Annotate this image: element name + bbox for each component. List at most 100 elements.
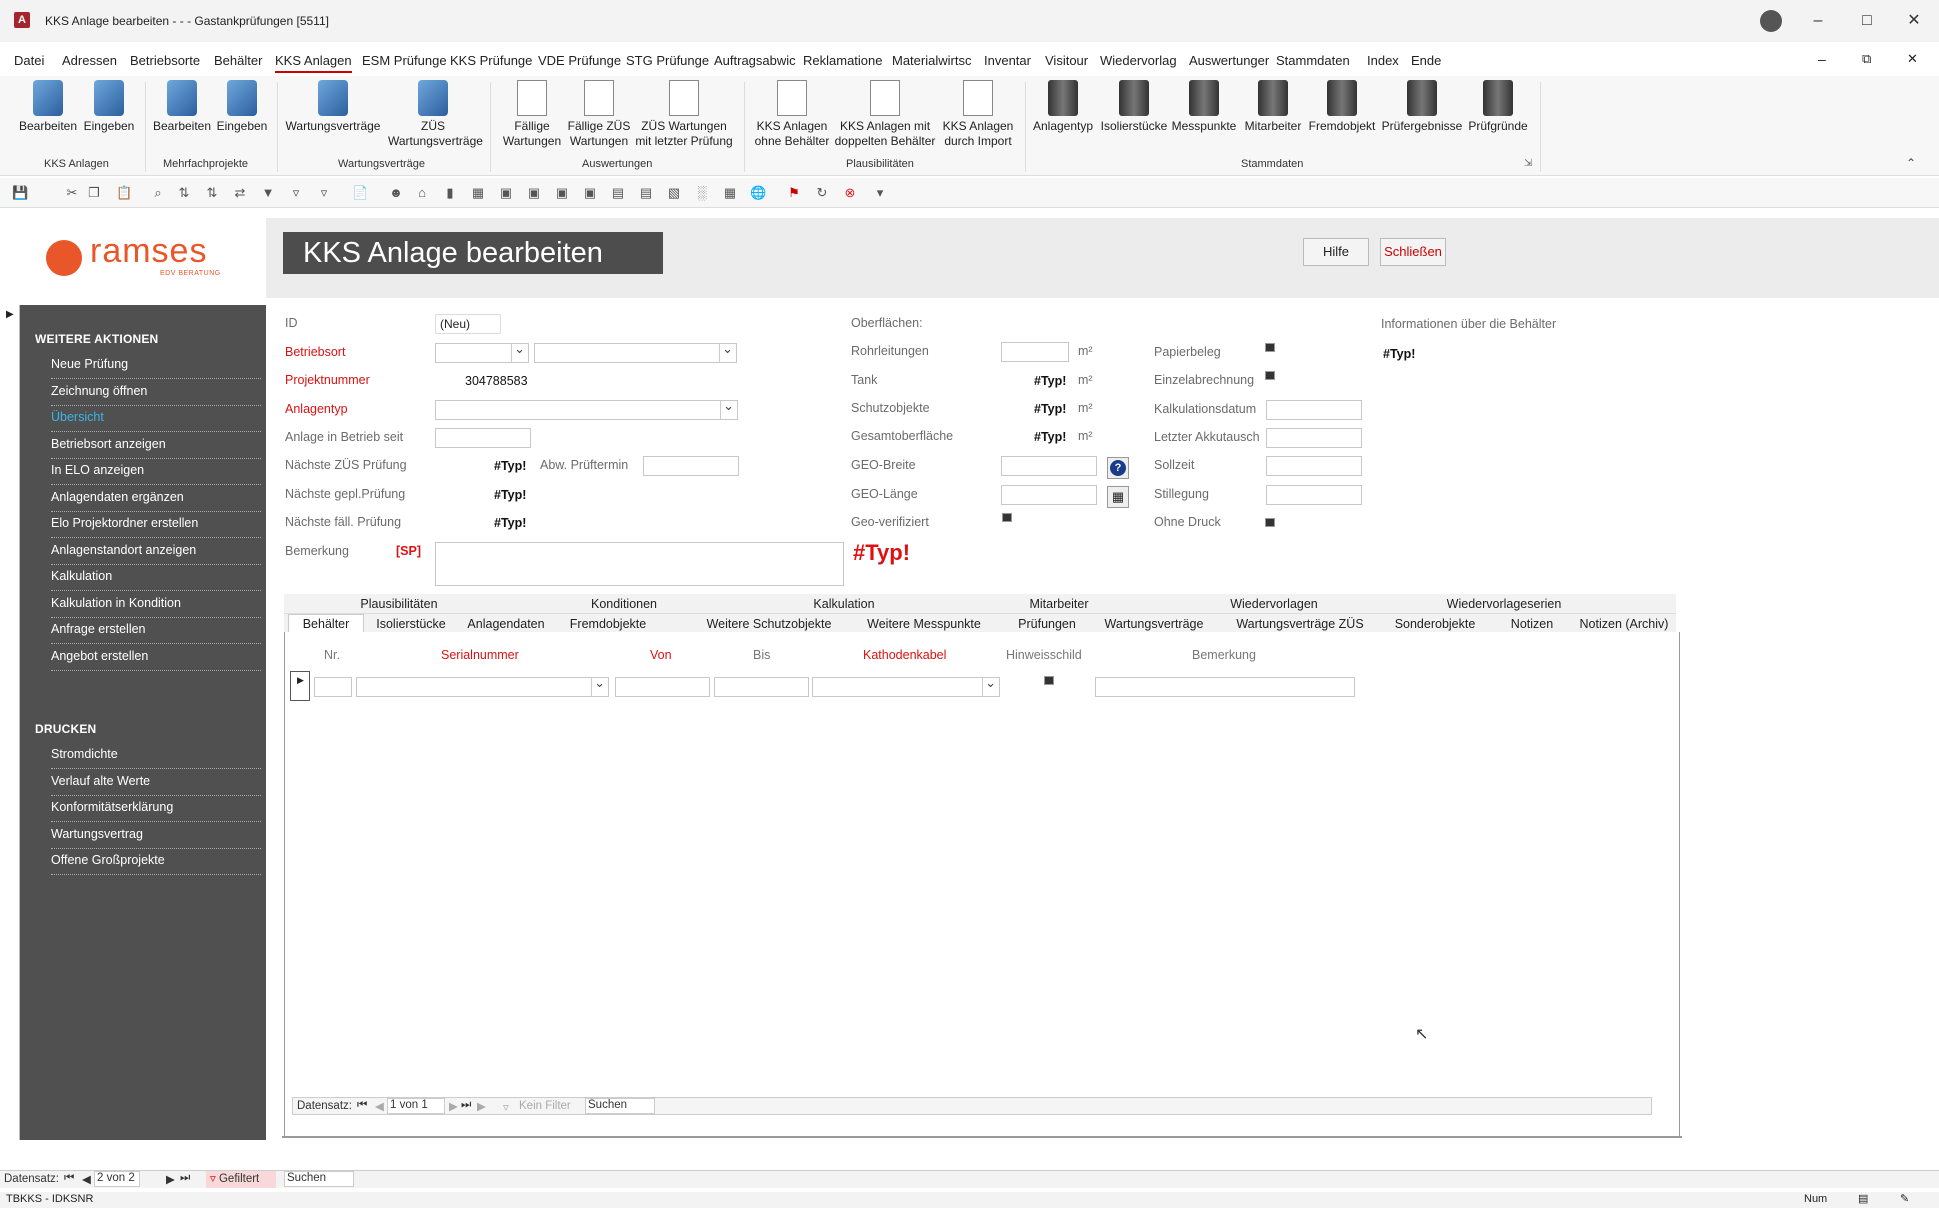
tab-behaelter[interactable]: Behälter xyxy=(288,614,364,634)
bis-field[interactable] xyxy=(714,677,809,697)
sort-asc-icon[interactable]: ⇅ xyxy=(176,185,192,201)
menu-esm-pruefungen[interactable]: ESM Prüfunge xyxy=(362,53,447,68)
main-last-record-icon[interactable]: ⏭ xyxy=(180,1172,190,1185)
menu-inventar[interactable]: Inventar xyxy=(984,53,1031,68)
filter-icon[interactable]: ▿ xyxy=(288,185,304,201)
betriebsort-select[interactable] xyxy=(435,340,529,363)
zues-wartungsvertraege-button[interactable]: ZÜS Wartungsverträge xyxy=(388,80,483,149)
menu-adressen[interactable]: Adressen xyxy=(62,53,117,68)
sidebar-item-kalkulation[interactable]: Kalkulation xyxy=(51,564,261,591)
form4-icon[interactable]: ▣ xyxy=(582,185,598,201)
sidebar-item-elo-projektordner[interactable]: Elo Projektordner erstellen xyxy=(51,511,261,538)
kks-ohne-behaelter-button[interactable]: KKS Anlagen ohne Behälter xyxy=(752,80,832,149)
subnav-position[interactable]: 1 von 1 xyxy=(387,1098,445,1114)
bemerkung-field[interactable] xyxy=(435,542,844,586)
main-first-record-icon[interactable]: ⏮ xyxy=(64,1172,74,1185)
cut-icon[interactable]: ✂ xyxy=(64,185,80,201)
rohrleitungen-field[interactable] xyxy=(1001,342,1069,362)
report-toolbar-icon[interactable]: ▤ xyxy=(638,185,654,201)
sidebar-item-anfrage[interactable]: Anfrage erstellen xyxy=(51,617,261,644)
home-icon[interactable]: ⌂ xyxy=(414,185,430,201)
menu-visitour[interactable]: Visitour xyxy=(1045,53,1088,68)
tab-wartungsvertraege[interactable]: Wartungsverträge xyxy=(1094,617,1214,631)
tab-wartungsvertraege-zues[interactable]: Wartungsverträge ZÜS xyxy=(1220,617,1380,631)
id-field[interactable]: (Neu) xyxy=(435,314,501,334)
anlagentyp-select[interactable] xyxy=(435,397,738,420)
tab-wiedervorlagen[interactable]: Wiedervorlagen xyxy=(1164,597,1384,611)
form2-icon[interactable]: ▣ xyxy=(526,185,542,201)
form-view-icon[interactable]: ▤ xyxy=(1858,1192,1868,1205)
sidebar-item-konformitaet[interactable]: Konformitätserklärung xyxy=(51,795,261,822)
nr-field[interactable] xyxy=(314,677,352,697)
ohne-druck-checkbox[interactable] xyxy=(1265,518,1275,527)
menu-stg-pruefungen[interactable]: STG Prüfunge xyxy=(626,53,709,68)
next-record-icon[interactable]: ▶ xyxy=(449,1099,458,1113)
cancel-icon[interactable]: ⊗ xyxy=(842,185,858,201)
tab-anlagendaten[interactable]: Anlagendaten xyxy=(456,617,556,631)
user-avatar[interactable] xyxy=(1760,10,1782,32)
main-next-record-icon[interactable]: ▶ xyxy=(166,1172,175,1186)
papierbeleg-checkbox[interactable] xyxy=(1265,343,1275,352)
close-button[interactable]: Schließen xyxy=(1380,238,1446,266)
ribbon-close-icon[interactable]: ✕ xyxy=(1907,51,1918,67)
chart-icon[interactable]: ░ xyxy=(694,185,710,201)
sidebar-item-anlagendaten[interactable]: Anlagendaten ergänzen xyxy=(51,485,261,512)
geo-verifiziert-checkbox[interactable] xyxy=(1002,513,1012,522)
sidebar-item-angebot[interactable]: Angebot erstellen xyxy=(51,644,261,671)
last-record-icon[interactable]: ⏭ xyxy=(461,1099,471,1112)
export-icon[interactable]: 📄 xyxy=(352,185,368,201)
save-icon[interactable]: 💾 xyxy=(12,185,28,201)
tab-notizen-archiv[interactable]: Notizen (Archiv) xyxy=(1574,617,1674,631)
flag-icon[interactable]: ⚑ xyxy=(786,185,802,201)
menu-materialwirtschaft[interactable]: Materialwirtsc xyxy=(892,53,971,68)
tab-weitere-schutzobjekte[interactable]: Weitere Schutzobjekte xyxy=(694,617,844,631)
isolierstuecke-button[interactable]: Isolierstücke xyxy=(1099,80,1169,134)
prev-record-icon[interactable]: ◀ xyxy=(375,1099,384,1113)
menu-betriebsorte[interactable]: Betriebsorte xyxy=(130,53,200,68)
refresh-icon[interactable]: ↻ xyxy=(814,185,830,201)
project-add-button[interactable]: Eingeben xyxy=(213,80,271,134)
sidebar-item-kalkulation-kondition[interactable]: Kalkulation in Kondition xyxy=(51,591,261,618)
mainnav-position[interactable]: 2 von 2 xyxy=(94,1171,140,1187)
ribbon-restore-icon[interactable]: ⧉ xyxy=(1862,51,1871,67)
delete-icon[interactable]: ▮ xyxy=(442,185,458,201)
kks-doppelte-behaelter-button[interactable]: KKS Anlagen mit doppelten Behälter xyxy=(834,80,936,149)
tab-kalkulation[interactable]: Kalkulation xyxy=(734,597,954,611)
filtered-badge[interactable]: ▿ Gefiltert xyxy=(206,1171,276,1188)
faellige-wartungen-button[interactable]: Fällige Wartungen xyxy=(498,80,566,149)
geo-laenge-field[interactable] xyxy=(1001,485,1097,505)
bemerkung-row-field[interactable] xyxy=(1095,677,1355,697)
von-field[interactable] xyxy=(615,677,710,697)
project-edit-button[interactable]: Bearbeiten xyxy=(152,80,212,134)
help-button[interactable]: Hilfe xyxy=(1303,238,1369,266)
pruefergebnisse-button[interactable]: Prüfergebnisse xyxy=(1378,80,1466,134)
zues-wartungen-letzte-pruefung-button[interactable]: ZÜS Wartungen mit letzter Prüfung xyxy=(632,80,736,149)
tab-notizen[interactable]: Notizen xyxy=(1492,617,1572,631)
record-selector[interactable]: ▶ xyxy=(0,305,20,1140)
einzelabrechnung-checkbox[interactable] xyxy=(1265,371,1275,380)
geo-help-button[interactable]: ? xyxy=(1107,457,1129,479)
menu-datei[interactable]: Datei xyxy=(14,53,44,68)
betriebsort-name-select[interactable] xyxy=(534,340,737,363)
main-prev-record-icon[interactable]: ◀ xyxy=(82,1172,91,1186)
globe-icon[interactable]: 🌐 xyxy=(750,185,766,201)
sidebar-item-verlauf[interactable]: Verlauf alte Werte xyxy=(51,769,261,796)
menu-behaelter[interactable]: Behälter xyxy=(214,53,262,68)
sidebar-item-stromdichte[interactable]: Stromdichte xyxy=(51,742,261,769)
excel-export-icon[interactable]: ▧ xyxy=(666,185,682,201)
menu-ende[interactable]: Ende xyxy=(1411,53,1441,68)
copy-icon[interactable]: ❐ xyxy=(86,185,102,201)
tab-sonderobjekte[interactable]: Sonderobjekte xyxy=(1380,617,1490,631)
sidebar-item-zeichnung[interactable]: Zeichnung öffnen xyxy=(51,379,261,406)
tab-weitere-messpunkte[interactable]: Weitere Messpunkte xyxy=(854,617,994,631)
customize-icon[interactable]: ▾ xyxy=(872,185,888,201)
sidebar-item-uebersicht[interactable]: Übersicht xyxy=(51,405,261,432)
sidebar-item-elo[interactable]: In ELO anzeigen xyxy=(51,458,261,485)
sidebar-item-wartungsvertrag[interactable]: Wartungsvertrag xyxy=(51,822,261,849)
grid-icon[interactable]: ▦ xyxy=(722,185,738,201)
map-button[interactable]: ▦ xyxy=(1107,486,1129,508)
faellige-zues-wartungen-button[interactable]: Fällige ZÜS Wartungen xyxy=(566,80,632,149)
sort-desc-icon[interactable]: ⇅ xyxy=(204,185,220,201)
no-filter-icon[interactable]: ▿ xyxy=(503,1100,509,1114)
messpunkte-button[interactable]: Messpunkte xyxy=(1170,80,1238,134)
